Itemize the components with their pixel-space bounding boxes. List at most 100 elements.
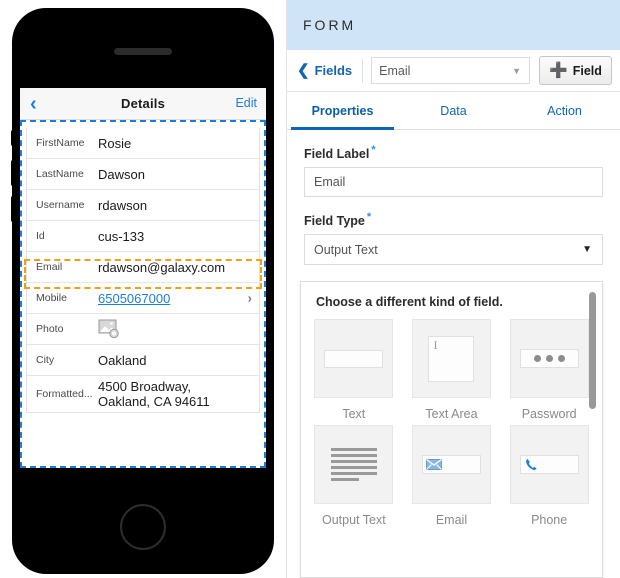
- properties-panel: Field Label * Email Field Type * Output Te…: [287, 130, 620, 266]
- phone-preview-pane: ‹ Details Edit FirstName Rosie LastName Daw…: [0, 0, 286, 578]
- back-to-fields-label: Fields: [314, 63, 353, 78]
- phone-field-label: City: [36, 354, 55, 366]
- field-label-title-text: Field Label: [304, 147, 370, 162]
- phone-volume-up-button: [11, 160, 15, 186]
- phone-field-label: Email: [36, 261, 63, 273]
- field-type-tile-icon-box: [509, 319, 589, 398]
- phone-field-row[interactable]: Formatted... 4500 Broadway, Oakland, CA 94…: [27, 376, 259, 412]
- field-type-tile-grid: Text I Text Area Password Output Text Email Ph…: [301, 319, 602, 531]
- form-header: FORM: [287, 0, 620, 50]
- tab-label: Properties: [311, 103, 374, 118]
- phone-field-value: cus-133: [98, 228, 145, 244]
- toolbar-separator: [362, 58, 364, 83]
- phone-field-row[interactable]: Id cus-133: [27, 221, 259, 252]
- phone-field-value: rdawson@galaxy.com: [98, 259, 226, 275]
- phone-field-label: FirstName: [36, 137, 85, 149]
- phone-field-row[interactable]: City Oakland: [27, 345, 259, 376]
- phone-handset-icon: [525, 459, 537, 471]
- field-type-tile-label: Output Text: [321, 513, 386, 527]
- photo-placeholder-icon: [98, 319, 119, 339]
- plus-icon: ➕: [549, 61, 568, 79]
- envelope-icon-wrap: [421, 455, 481, 474]
- phone-speaker-grille: [114, 48, 172, 55]
- field-label-value: Email: [314, 175, 346, 190]
- phone-field-value-link[interactable]: 6505067000: [98, 291, 170, 306]
- field-type-popup: Choose a different kind of field. Text I T…: [300, 281, 603, 578]
- chevron-left-icon: ❮: [297, 62, 310, 79]
- phone-field-value: Rosie: [98, 135, 132, 151]
- field-type-tile-icon-box: [411, 425, 491, 504]
- page-title: Details: [120, 96, 166, 111]
- phone-field-value: 4500 Broadway, Oakland, CA 94611: [98, 379, 210, 409]
- add-field-label: Field: [572, 63, 602, 78]
- field-type-tile-email[interactable]: Email: [403, 425, 501, 527]
- phone-field-row[interactable]: LastName Dawson: [27, 159, 259, 190]
- phone-field-row[interactable]: Photo: [27, 314, 259, 345]
- field-type-tile-label: Password: [521, 407, 577, 421]
- field-select-value: Email: [379, 63, 411, 78]
- field-type-tile-output-text[interactable]: Output Text: [305, 425, 403, 527]
- form-header-title: FORM: [303, 17, 357, 33]
- tab-action[interactable]: Action: [509, 92, 620, 129]
- phone-field-value: rdawson: [98, 197, 148, 213]
- phone-handset-icon-wrap: [519, 455, 579, 474]
- phone-field-value: Oakland: [98, 352, 147, 368]
- field-type-value: Output Text: [314, 242, 378, 257]
- add-field-button[interactable]: ➕ Field: [539, 56, 612, 85]
- password-dots-icon: [519, 349, 579, 368]
- chevron-right-icon: ›: [247, 290, 252, 306]
- phone-field-row[interactable]: FirstName Rosie: [27, 128, 259, 159]
- field-type-tile-label: Text Area: [425, 407, 478, 421]
- editor-tabs: Properties Data Action: [287, 92, 620, 130]
- phone-silence-switch: [11, 130, 15, 146]
- tab-label: Action: [547, 103, 582, 118]
- phone-field-row[interactable]: Mobile 6505067000 ›: [27, 283, 259, 314]
- phone-field-value: Dawson: [98, 166, 145, 182]
- phone-field-label: Username: [36, 199, 85, 211]
- tab-data[interactable]: Data: [398, 92, 509, 129]
- phone-field-label: LastName: [36, 168, 84, 180]
- tab-properties[interactable]: Properties: [287, 92, 398, 130]
- chevron-down-icon: ▼: [512, 65, 521, 76]
- field-type-popup-title: Choose a different kind of field.: [316, 295, 503, 309]
- textarea-icon: I: [428, 335, 475, 382]
- field-type-tile-label: Email: [435, 513, 468, 527]
- phone-field-label: Photo: [36, 323, 64, 335]
- phone-field-label: Formatted...: [36, 388, 93, 400]
- phone-field-row[interactable]: Email rdawson@galaxy.com: [27, 252, 259, 283]
- edit-button[interactable]: Edit: [235, 96, 257, 110]
- field-type-tile-label: Text: [342, 407, 366, 421]
- output-text-lines-icon: [330, 448, 377, 481]
- field-type-tile-icon-box: I: [411, 319, 491, 398]
- phone-volume-down-button: [11, 196, 15, 222]
- required-marker: *: [366, 211, 372, 224]
- field-type-tile-label: Phone: [531, 513, 568, 527]
- editor-toolbar: ❮ Fields Email ▼ ➕ Field: [287, 50, 620, 92]
- envelope-icon: [425, 459, 442, 470]
- field-type-tile-text-area[interactable]: I Text Area: [403, 319, 501, 421]
- field-type-tile-phone[interactable]: Phone: [500, 425, 598, 527]
- phone-nav-bar: ‹ Details Edit: [20, 88, 266, 120]
- phone-field-row[interactable]: Username rdawson: [27, 190, 259, 221]
- field-type-tile-icon-box: [314, 425, 394, 504]
- app-root: ‹ Details Edit FirstName Rosie LastName Daw…: [0, 0, 620, 578]
- phone-field-label: Mobile: [36, 292, 67, 304]
- tab-label: Data: [440, 103, 467, 118]
- field-type-select[interactable]: Output Text ▼: [304, 234, 603, 266]
- chevron-left-icon[interactable]: ‹: [30, 92, 37, 116]
- field-type-title: Field Type *: [304, 211, 603, 228]
- field-type-title-text: Field Type: [304, 214, 365, 229]
- vertical-scrollbar[interactable]: [589, 292, 596, 409]
- field-type-tile-password[interactable]: Password: [500, 319, 598, 421]
- required-marker: *: [371, 144, 376, 156]
- field-type-tile-text[interactable]: Text: [305, 319, 403, 421]
- field-type-tile-icon-box: [509, 425, 589, 504]
- field-label-title: Field Label *: [304, 144, 603, 161]
- back-to-fields-button[interactable]: ❮ Fields: [297, 63, 352, 78]
- phone-home-button: [120, 504, 166, 550]
- field-select-dropdown[interactable]: Email ▼: [371, 57, 530, 84]
- field-type-tile-icon-box: [314, 319, 394, 398]
- field-label-input[interactable]: Email: [304, 167, 603, 198]
- text-input-icon: [324, 349, 384, 368]
- chevron-down-icon: ▼: [582, 244, 592, 256]
